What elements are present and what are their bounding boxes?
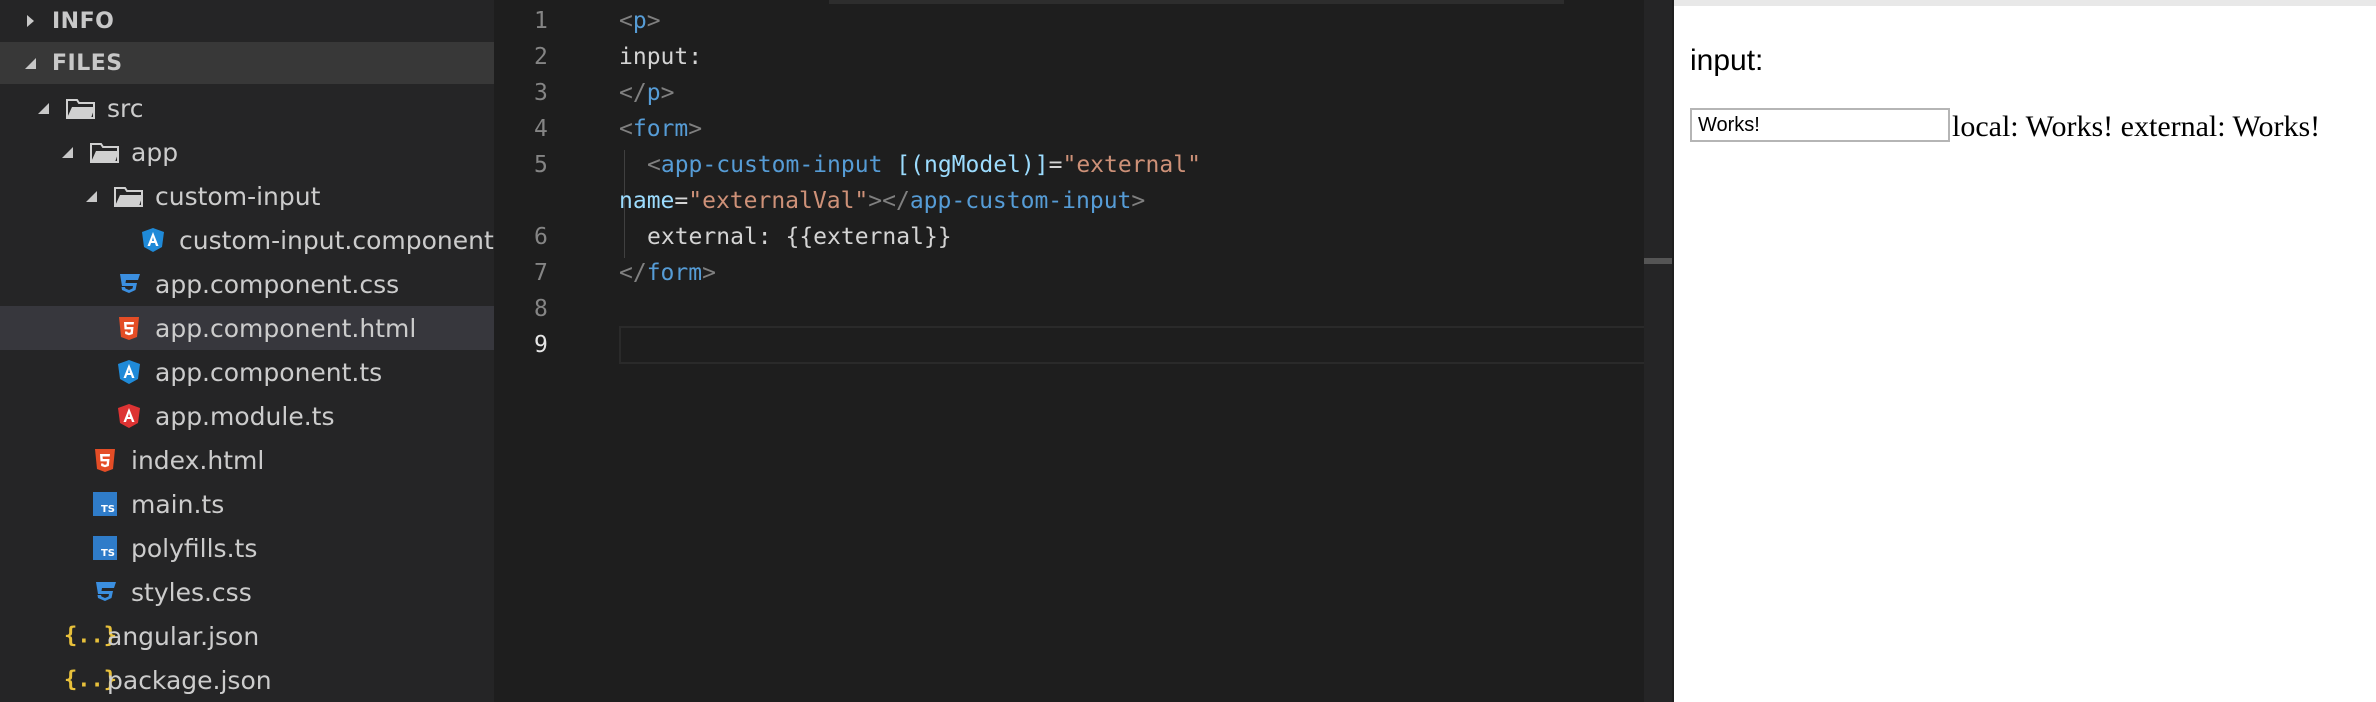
- tree-item-index-html[interactable]: index.html: [0, 438, 494, 482]
- section-header-info[interactable]: INFO: [0, 0, 494, 42]
- tree-item-custom-input-component-ts[interactable]: custom-input.component.ts: [0, 218, 494, 262]
- tree-item-label: custom-input: [155, 181, 321, 211]
- tree-item-label: index.html: [131, 445, 265, 475]
- tree-item-src[interactable]: src: [0, 86, 494, 130]
- tree-item-label: app.component.css: [155, 269, 400, 299]
- chevron-down-icon: [25, 58, 36, 69]
- tree-item-label: package.json: [107, 665, 272, 695]
- line-number: 2: [534, 44, 548, 70]
- folder-open-icon: [90, 143, 119, 163]
- code-line-5: <app-custom-input [(ngModel)]="external": [647, 152, 1201, 178]
- line-number: 7: [534, 260, 548, 286]
- code-line-4: <form>: [619, 116, 703, 142]
- tree-item-package-json[interactable]: {..} package.json: [0, 658, 494, 702]
- section-header-label: FILES: [52, 50, 123, 76]
- tree-item-label: custom-input.component.ts: [179, 225, 494, 255]
- tree-item-label: styles.css: [131, 577, 252, 607]
- tree-item-main-ts[interactable]: TS main.ts: [0, 482, 494, 526]
- html5-icon: [95, 449, 115, 472]
- line-number: 5: [534, 152, 548, 178]
- tree-item-app-module-ts[interactable]: app.module.ts: [0, 394, 494, 438]
- angular-icon: [142, 228, 164, 252]
- html5-icon: [119, 317, 139, 340]
- css3-icon: [96, 582, 116, 601]
- folder-open-icon: [114, 187, 143, 207]
- code-editor[interactable]: 1 2 3 4 5 6 7 8 9 <p> input: </p> <form>…: [494, 0, 1674, 702]
- editor-top-strip: [829, 0, 1564, 4]
- line-number-current: 9: [534, 332, 548, 358]
- preview-pane: input: local: Works! external: Works!: [1674, 0, 2376, 702]
- tree-item-label: polyfills.ts: [131, 533, 258, 563]
- chevron-down-icon: [62, 147, 73, 158]
- tree-item-app-component-css[interactable]: app.component.css: [0, 262, 494, 306]
- angular-module-icon: [118, 404, 140, 428]
- code-line-1: <p>: [619, 8, 661, 34]
- current-line-highlight: [619, 326, 1667, 364]
- line-number: 3: [534, 80, 548, 106]
- tree-item-label: src: [107, 93, 144, 123]
- folder-open-icon: [66, 99, 95, 119]
- tree-item-app-component-html[interactable]: app.component.html: [0, 306, 494, 350]
- typescript-icon: TS: [92, 491, 118, 517]
- tree-item-label: app.component.html: [155, 313, 417, 343]
- chevron-down-icon: [38, 103, 49, 114]
- preview-output-text: local: Works! external: Works!: [1952, 110, 2321, 143]
- editor-scrollbar[interactable]: [1644, 0, 1672, 702]
- angular-icon: [118, 360, 140, 384]
- css3-icon: [120, 274, 140, 293]
- section-header-label: INFO: [52, 8, 115, 34]
- tree-item-custom-input[interactable]: custom-input: [0, 174, 494, 218]
- chevron-right-icon: [27, 15, 34, 27]
- tree-item-polyfills-ts[interactable]: TS polyfills.ts: [0, 526, 494, 570]
- tree-item-label: app: [131, 137, 179, 167]
- line-number: 1: [534, 8, 548, 34]
- tree-item-app[interactable]: app: [0, 130, 494, 174]
- tree-item-label: app.component.ts: [155, 357, 383, 387]
- tree-item-styles-css[interactable]: styles.css: [0, 570, 494, 614]
- preview-custom-input[interactable]: [1690, 108, 1950, 142]
- typescript-icon: TS: [92, 535, 118, 561]
- line-number: 6: [534, 224, 548, 250]
- code-line-2: input:: [619, 44, 703, 70]
- preview-input-label: input:: [1690, 44, 1764, 77]
- code-line-7: </form>: [619, 260, 716, 286]
- tree-item-angular-json[interactable]: {..} angular.json: [0, 614, 494, 658]
- code-line-5-wrap: name="externalVal"></app-custom-input>: [619, 188, 1146, 214]
- file-explorer-sidebar: INFO FILES src app custom-input custom-i…: [0, 0, 494, 702]
- tree-item-app-component-ts[interactable]: app.component.ts: [0, 350, 494, 394]
- section-header-files[interactable]: FILES: [0, 42, 494, 84]
- line-number: 8: [534, 296, 548, 322]
- scrollbar-thumb[interactable]: [1644, 258, 1672, 264]
- tree-item-label: main.ts: [131, 489, 225, 519]
- line-number: 4: [534, 116, 548, 142]
- code-line-3: </p>: [619, 80, 675, 106]
- tree-item-label: app.module.ts: [155, 401, 335, 431]
- chevron-down-icon: [86, 191, 97, 202]
- code-line-6: external: {{external}}: [647, 224, 952, 250]
- tree-item-label: angular.json: [107, 621, 260, 651]
